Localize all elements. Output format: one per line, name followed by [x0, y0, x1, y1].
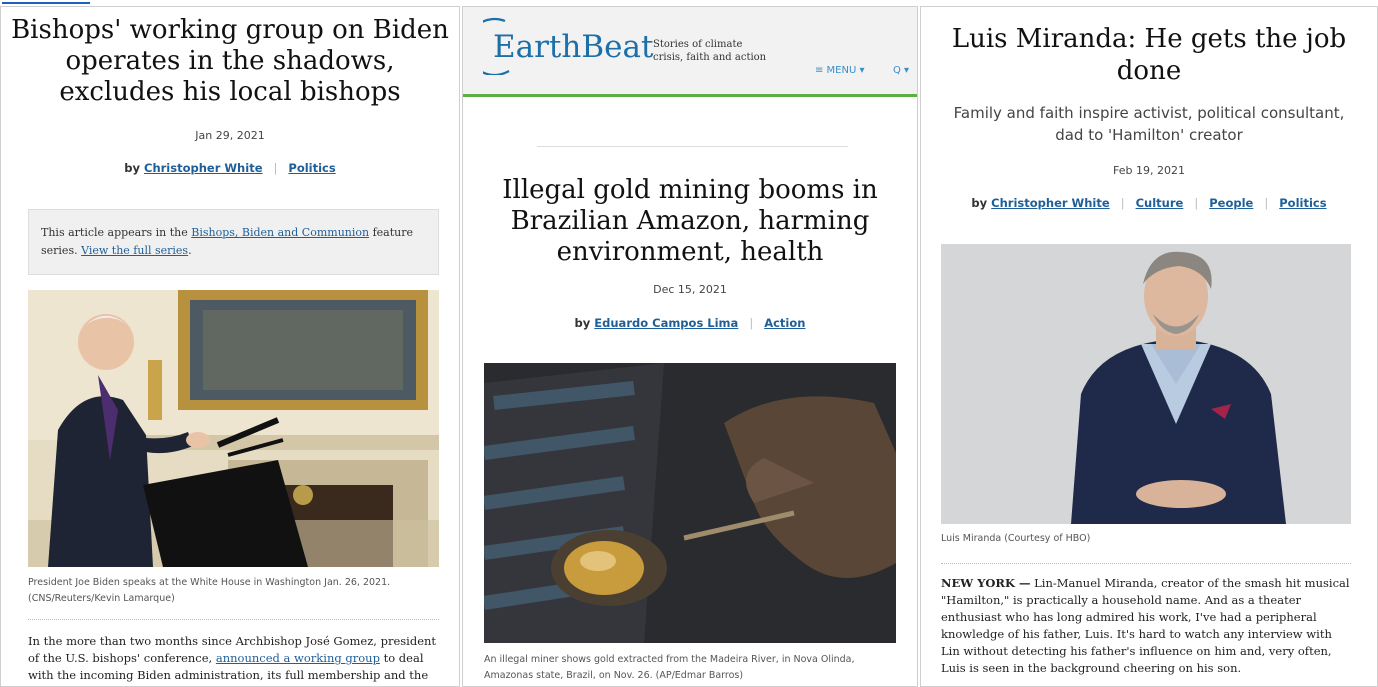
top-link-underline[interactable]	[2, 0, 90, 4]
article-headline: Luis Miranda: He gets the job done	[951, 24, 1347, 86]
logo-tagline-2: crisis, faith and action	[653, 52, 767, 63]
photo-illustration	[28, 290, 439, 567]
earthbeat-header: EarthBeat Stories of climate crisis, fai…	[463, 7, 917, 97]
article-subheadline: Family and faith inspire activist, polit…	[953, 104, 1345, 144]
dateline: NEW YORK —	[941, 576, 1031, 590]
series-period: .	[188, 244, 192, 257]
author-link[interactable]: Eduardo Campos Lima	[594, 316, 738, 330]
photo-caption: President Joe Biden speaks at the White …	[28, 577, 391, 604]
divider	[537, 146, 848, 147]
category-link-politics[interactable]: Politics	[1279, 196, 1326, 210]
series-notice: This article appears in the Bishops, Bid…	[28, 209, 439, 275]
divider	[28, 619, 439, 620]
byline-prefix: by	[574, 316, 591, 330]
working-group-link[interactable]: announced a working group	[216, 651, 380, 665]
series-link[interactable]: Bishops, Biden and Communion	[191, 226, 369, 239]
article-panel-luis-miranda: Luis Miranda: He gets the job done Famil…	[920, 6, 1378, 687]
author-link[interactable]: Christopher White	[991, 196, 1110, 210]
photo-caption: Luis Miranda (Courtesy of HBO)	[941, 533, 1091, 544]
body-text: Lin-Manuel Miranda, creator of the smash…	[941, 576, 1350, 675]
earthbeat-logo[interactable]: EarthBeat Stories of climate crisis, fai…	[483, 15, 783, 75]
photo-caption: An illegal miner shows gold extracted fr…	[484, 654, 855, 681]
category-link-culture[interactable]: Culture	[1136, 196, 1184, 210]
byline-prefix: by	[124, 161, 140, 175]
byline: by Eduardo Campos Lima | Action	[463, 316, 917, 330]
byline-separator: |	[1120, 196, 1125, 210]
photo-illustration	[484, 363, 896, 643]
article-body: In the more than two months since Archbi…	[28, 633, 439, 686]
article-headline: Bishops' working group on Biden operates…	[11, 15, 449, 107]
byline-separator: |	[749, 316, 754, 330]
article-panel-bishops: Bishops' working group on Biden operates…	[0, 6, 460, 687]
byline: by Christopher White | Politics	[1, 161, 459, 175]
article-date: Jan 29, 2021	[195, 129, 265, 142]
menu-button[interactable]: ≡ MENU ▾	[815, 65, 865, 76]
byline-separator: |	[1194, 196, 1199, 210]
divider	[941, 563, 1351, 564]
article-date: Feb 19, 2021	[1113, 164, 1185, 177]
article-headline: Illegal gold mining booms in Brazilian A…	[502, 175, 878, 267]
byline: by Christopher White | Culture | People …	[921, 196, 1377, 210]
search-icon[interactable]: Q ▾	[893, 65, 909, 76]
article-photo-biden	[28, 290, 439, 567]
byline-prefix: by	[971, 196, 988, 210]
logo-wordmark: EarthBeat	[493, 29, 654, 65]
article-date: Dec 15, 2021	[653, 283, 727, 296]
photo-illustration	[941, 244, 1351, 524]
article-photo-luis-miranda	[941, 244, 1351, 524]
logo-tagline-1: Stories of climate	[653, 39, 742, 50]
article-panel-gold-mining: EarthBeat Stories of climate crisis, fai…	[462, 6, 918, 687]
category-link-people[interactable]: People	[1209, 196, 1253, 210]
byline-separator: |	[273, 161, 278, 175]
view-series-link[interactable]: View the full series	[81, 244, 188, 257]
series-text-start: This article appears in the	[41, 226, 188, 239]
byline-separator: |	[1264, 196, 1269, 210]
category-link-action[interactable]: Action	[764, 316, 805, 330]
article-body: NEW YORK — Lin-Manuel Miranda, creator o…	[941, 575, 1351, 677]
article-photo-gold	[484, 363, 896, 643]
author-link[interactable]: Christopher White	[144, 161, 263, 175]
category-link-politics[interactable]: Politics	[288, 161, 335, 175]
